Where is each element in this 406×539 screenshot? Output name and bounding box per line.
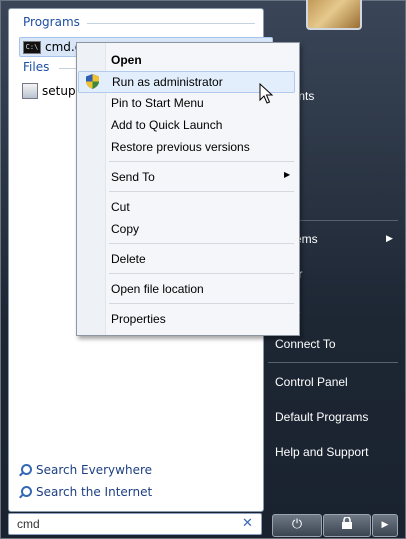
- right-item-connect-to[interactable]: Connect To: [275, 337, 336, 351]
- files-header: Files: [23, 60, 50, 74]
- right-item-default-programs[interactable]: Default Programs: [275, 410, 368, 424]
- search-icon: [19, 464, 32, 476]
- ctx-label: Open: [111, 53, 142, 67]
- ctx-label: Properties: [111, 312, 166, 326]
- search-internet-link[interactable]: Search the Internet: [19, 485, 152, 499]
- programs-header: Programs: [23, 15, 80, 29]
- ctx-item-add-to-quick-launch[interactable]: Add to Quick Launch: [78, 115, 296, 135]
- search-icon: [19, 486, 32, 498]
- ctx-label: Restore previous versions: [111, 140, 250, 154]
- search-internet-label: Search the Internet: [36, 485, 153, 499]
- ctx-label: Copy: [111, 222, 140, 236]
- cmd-icon: C:\: [23, 40, 41, 54]
- shutdown-options-button[interactable]: ▶: [372, 514, 398, 537]
- setup-file-icon: [22, 83, 38, 99]
- clear-search-icon[interactable]: ✕: [242, 516, 253, 531]
- power-button[interactable]: ⏻: [272, 514, 322, 537]
- submenu-arrow-icon: ▶: [284, 170, 291, 179]
- right-item-control-panel[interactable]: Control Panel: [275, 375, 348, 389]
- mouse-cursor-icon: [259, 83, 274, 104]
- ctx-item-open[interactable]: Open: [78, 50, 296, 70]
- ctx-label: Run as administrator: [112, 75, 223, 89]
- ctx-separator: [109, 243, 294, 244]
- chevron-right-icon: ▶: [386, 234, 393, 244]
- search-everywhere-link[interactable]: Search Everywhere: [19, 463, 152, 477]
- ctx-label: Delete: [111, 252, 146, 266]
- chevron-right-icon: ▶: [381, 520, 389, 530]
- ctx-label: Open file location: [111, 282, 204, 296]
- ctx-item-send-to[interactable]: Send To ▶: [78, 167, 296, 187]
- ctx-separator: [109, 273, 294, 274]
- lock-button[interactable]: [323, 514, 371, 537]
- ctx-label: Send To: [111, 170, 155, 184]
- search-everywhere-label: Search Everywhere: [36, 463, 152, 477]
- ctx-item-cut[interactable]: Cut: [78, 197, 296, 217]
- programs-divider: [87, 23, 255, 24]
- right-item-help-and-support[interactable]: Help and Support: [275, 445, 368, 459]
- uac-shield-icon: [86, 74, 99, 89]
- ctx-label: Cut: [111, 200, 130, 214]
- lock-icon: [342, 516, 352, 529]
- ctx-item-copy[interactable]: Copy: [78, 219, 296, 239]
- ctx-item-restore-previous-versions[interactable]: Restore previous versions: [78, 137, 296, 157]
- ctx-item-open-file-location[interactable]: Open file location: [78, 279, 296, 299]
- right-divider: [268, 362, 398, 363]
- ctx-item-delete[interactable]: Delete: [78, 249, 296, 269]
- ctx-label: Add to Quick Launch: [111, 118, 223, 132]
- ctx-separator: [109, 303, 294, 304]
- ctx-item-properties[interactable]: Properties: [78, 309, 296, 329]
- ctx-separator: [109, 191, 294, 192]
- ctx-separator: [109, 161, 294, 162]
- search-input[interactable]: cmd: [8, 513, 262, 535]
- ctx-label: Pin to Start Menu: [111, 96, 204, 110]
- power-icon: ⏻: [291, 517, 303, 532]
- user-avatar[interactable]: [306, 0, 362, 30]
